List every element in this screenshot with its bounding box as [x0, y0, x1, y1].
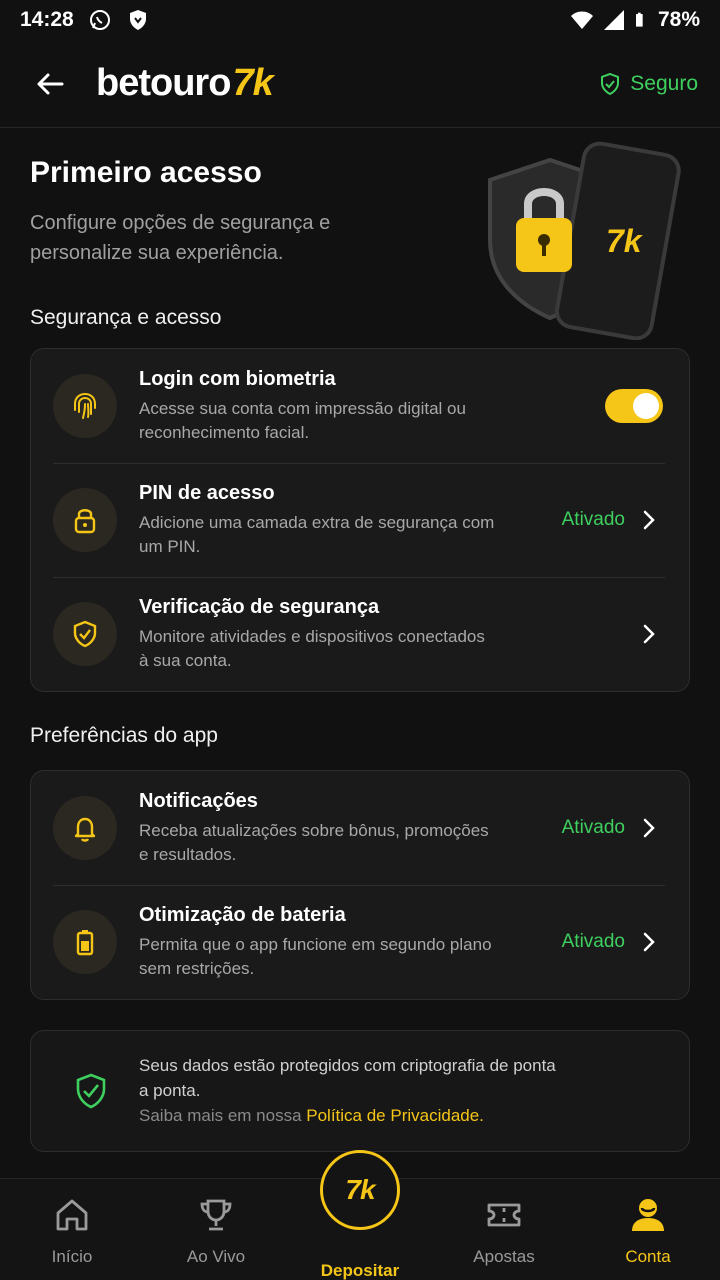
whatsapp-icon — [89, 10, 110, 30]
battery-percent: 78% — [657, 8, 700, 31]
lock-icon — [53, 488, 117, 552]
status-label: Ativado — [561, 931, 625, 952]
battery-icon — [53, 910, 117, 974]
nav-bets[interactable]: Apostas — [432, 1179, 576, 1280]
nav-label: Ao Vivo — [186, 1247, 246, 1266]
arrow-left-icon — [37, 73, 64, 94]
chevron-right-icon — [643, 932, 655, 952]
nav-label: Apostas — [473, 1247, 535, 1266]
row-title: PIN de acesso — [139, 481, 275, 504]
secure-badge[interactable]: Seguro — [598, 72, 698, 96]
biometric-toggle[interactable] — [605, 389, 663, 423]
list-item-pin[interactable]: PIN de acesso Adicione uma camada extra … — [31, 463, 689, 577]
row-description: Monitore atividades e dispositivos conec… — [139, 626, 485, 670]
back-button[interactable] — [30, 64, 70, 104]
privacy-prefix: Saiba mais em nossa — [139, 1106, 307, 1125]
deposit-fab[interactable]: 7k — [320, 1150, 400, 1230]
chevron-right-icon — [643, 818, 655, 838]
toggle-knob — [633, 393, 659, 419]
vpn-shield-icon — [129, 10, 146, 30]
status-bar: 14:28 78% — [0, 0, 720, 40]
status-label: Ativado — [561, 817, 625, 838]
nav-label: Depositar — [320, 1261, 400, 1280]
battery-icon — [635, 12, 643, 27]
list-item-biometric-login[interactable]: Login com biometria Acesse sua conta com… — [31, 349, 689, 463]
brand-7k-icon: 7k — [345, 1174, 375, 1205]
art-mark: 7k — [606, 223, 644, 259]
home-icon — [56, 1199, 88, 1231]
fingerprint-icon — [53, 374, 117, 438]
bell-icon — [53, 796, 117, 860]
chevron-right-icon — [643, 624, 655, 644]
section-title-preferences: Preferências do app — [30, 724, 218, 747]
cell-signal-icon — [603, 10, 624, 30]
page-subtitle: Configure opções de segurança e personal… — [30, 212, 331, 264]
row-title: Login com biometria — [139, 367, 336, 390]
wifi-icon — [570, 11, 593, 29]
preferences-card: Notificações Receba atualizações sobre b… — [30, 770, 690, 1000]
app-header: betouro 7k Seguro — [0, 40, 720, 128]
secure-label: Seguro — [630, 71, 698, 95]
row-description: Acesse sua conta com impressão digital o… — [139, 398, 466, 442]
list-item-notifications[interactable]: Notificações Receba atualizações sobre b… — [31, 771, 689, 885]
section-title-security: Segurança e acesso — [30, 306, 222, 329]
trophy-icon — [200, 1199, 232, 1231]
nav-home[interactable]: Início — [0, 1179, 144, 1280]
row-description: Permita que o app funcione em segundo pl… — [139, 934, 492, 978]
row-title: Otimização de bateria — [139, 903, 346, 926]
row-description: Adicione uma camada extra de segurança c… — [139, 512, 495, 556]
brand-mark: 7k — [232, 62, 273, 104]
row-title: Notificações — [139, 789, 258, 812]
shield-phone-illustration: 7k — [488, 141, 681, 340]
privacy-message: Seus dados estão protegidos com criptogr… — [139, 1056, 556, 1100]
page-title: Primeiro acesso — [30, 156, 262, 189]
list-item-security-check[interactable]: Verificação de segurança Monitore ativid… — [31, 577, 689, 691]
shield-check-icon — [76, 1073, 106, 1109]
status-time: 14:28 — [20, 8, 74, 31]
ticket-icon — [487, 1203, 521, 1227]
security-card: Login com biometria Acesse sua conta com… — [30, 348, 690, 692]
nav-label: Início — [51, 1247, 93, 1266]
brand-name: betouro — [96, 62, 231, 104]
chevron-right-icon — [643, 510, 655, 530]
nav-account[interactable]: Conta — [576, 1179, 720, 1280]
privacy-notice: Seus dados estão protegidos com criptogr… — [30, 1030, 690, 1152]
privacy-policy-link[interactable]: Política de Privacidade. — [306, 1106, 484, 1125]
brand-logo: betouro 7k — [96, 62, 274, 105]
list-item-battery-optimization[interactable]: Otimização de bateria Permita que o app … — [31, 885, 689, 999]
shield-check-icon — [53, 602, 117, 666]
shield-check-icon — [601, 72, 620, 95]
row-title: Verificação de segurança — [139, 595, 380, 618]
row-description: Receba atualizações sobre bônus, promoçõ… — [139, 820, 489, 864]
nav-label: Conta — [625, 1247, 671, 1266]
status-label: Ativado — [561, 509, 625, 530]
nav-live[interactable]: Ao Vivo — [144, 1179, 288, 1280]
user-icon — [632, 1199, 664, 1231]
